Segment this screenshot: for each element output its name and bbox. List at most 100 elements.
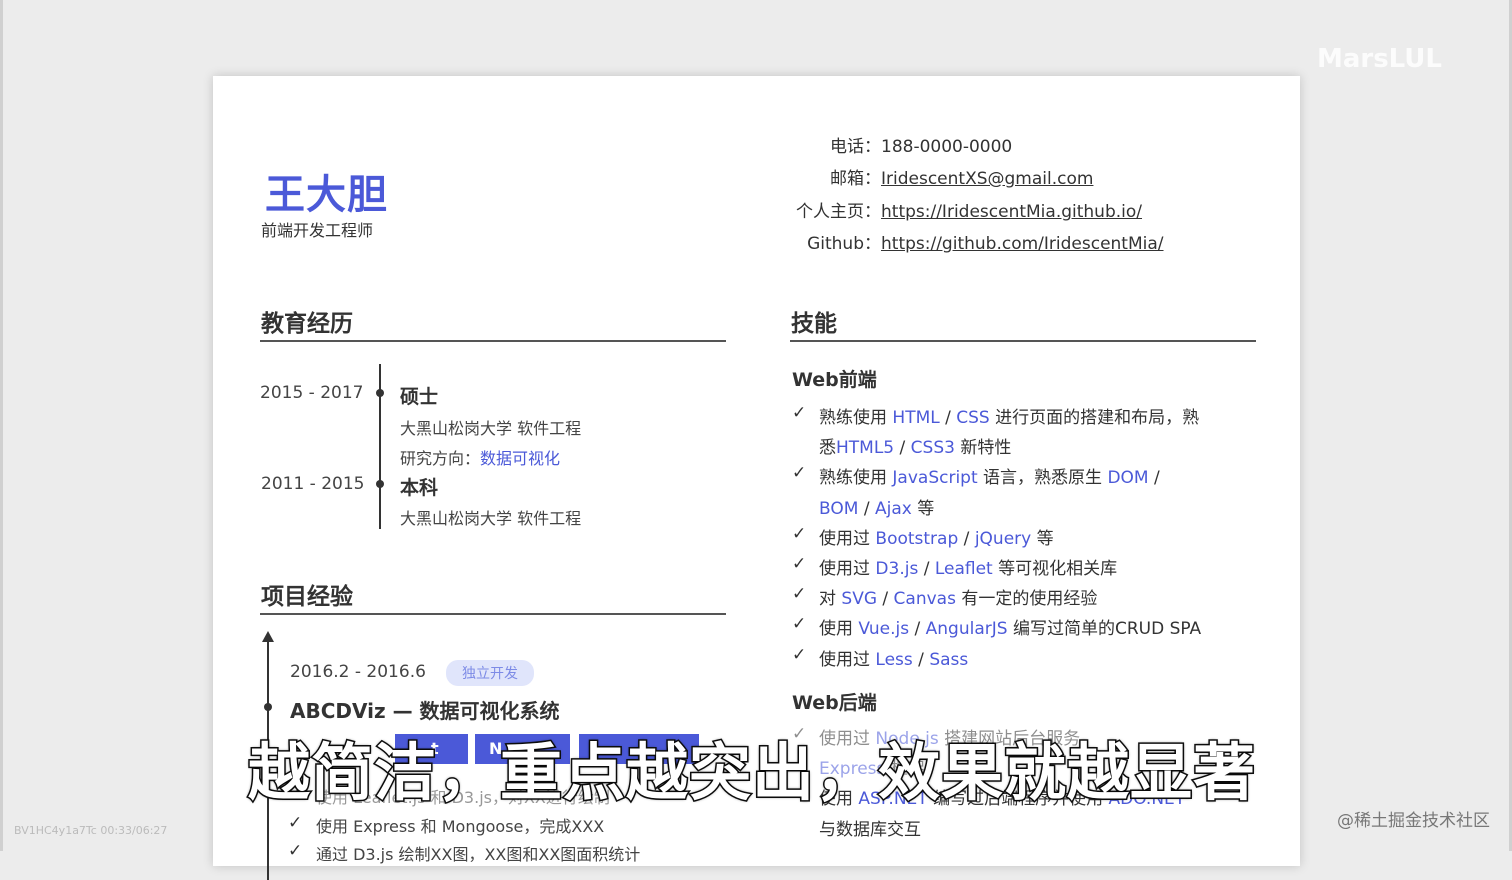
project-name: ABCDViz — 数据可视化系统 [290,699,560,723]
skill-keyword: BOM [819,498,859,519]
skill-keyword: Less [875,649,913,670]
skill-text: 熟练使用 [819,408,893,428]
skill-text: / [877,589,894,610]
research-value: 数据可视化 [480,449,561,468]
contact-github: Github：https://github.com/IridescentMia/ [791,229,1164,254]
skill-text: 等 [911,498,935,519]
skills-rule [790,340,1256,342]
resume-name: 王大胆 [265,172,388,218]
edu-years: 2011 - 2015 [261,474,365,494]
community-watermark: @稀土掘金技术社区 [1337,811,1490,831]
skill-keyword: CSS3 [910,438,955,459]
skill-text: 有一定的使用经验 [955,589,1098,610]
skill-keyword: SVG [841,589,877,610]
skill-keyword: AngularJS [925,619,1008,640]
skill-keyword: DOM [1107,468,1149,489]
skill-text: / [894,438,911,459]
skill-text: / [912,649,930,670]
edu-degree: 硕士 [400,386,439,408]
check-icon: ✓ [288,841,303,861]
skill-keyword: Sass [929,649,969,670]
skill-line: 对 SVG / Canvas 有一定的使用经验 [819,584,1097,609]
timeline-dot [376,480,384,488]
skill-keyword: jQuery [974,528,1032,549]
skill-text: 语言，熟悉原生 [977,468,1108,489]
education-title: 教育经历 [261,311,353,337]
skill-line: 使用过 Bootstrap / jQuery 等 [819,524,1054,549]
check-icon: ✓ [792,403,807,423]
skill-keyword: HTML5 [836,438,895,459]
check-icon: ✓ [792,463,807,484]
skill-text: / [909,619,926,640]
education-rule [260,340,726,342]
skill-text: 对 [819,589,842,610]
skill-line: 与数据库交互 [819,815,921,840]
skill-keyword: Leaflet [934,559,993,579]
timeline-dot [264,703,272,711]
contact-label: 个人主页： [796,202,881,222]
frontend-title: Web前端 [792,369,877,391]
skill-keyword: Canvas [893,589,956,610]
skills-title: 技能 [791,311,837,337]
skill-text: 使用过 [819,649,876,670]
projects-title: 项目经验 [261,584,353,610]
skill-text: 熟练使用 [819,468,893,489]
edu-years: 2015 - 2017 [260,383,364,403]
skill-text: 编写过简单的CRUD SPA [1007,619,1202,640]
skill-keyword: HTML [892,408,940,428]
brand-watermark: MarsLUL [1316,44,1442,74]
projects-rule [260,613,726,615]
skill-line: 使用过 Less / Sass [819,645,968,670]
skill-text: 等可视化相关库 [992,559,1118,579]
edu-school: 大黑山松岗大学 软件工程 [400,419,582,438]
research-label: 研究方向： [400,449,481,468]
timeline-dot [376,389,384,397]
skill-line: 使用过 D3.js / Leaflet 等可视化相关库 [819,554,1117,579]
video-id-watermark: BV1HC4y1a7Tc 00:33/06:27 [14,824,168,837]
skill-line: 悉HTML5 / CSS3 新特性 [819,433,1011,458]
skill-keyword: Bootstrap [875,528,959,549]
contact-label: 邮箱： [830,169,881,189]
skill-text: 与数据库交互 [819,819,921,840]
check-icon: ✓ [792,644,807,665]
resume-role: 前端开发工程师 [261,221,374,240]
check-icon: ✓ [792,614,807,635]
contact-homepage: 个人主页：https://IridescentMia.github.io/ [791,197,1142,222]
project-dates: 2016.2 - 2016.6 [290,662,426,682]
timeline-arrow-icon [262,631,274,642]
contact-value: 188-0000-0000 [881,137,1013,157]
skill-text: 进行页面的搭建和布局，熟 [989,408,1200,428]
contact-label: 电话： [830,137,881,157]
skill-keyword: JavaScript [892,468,978,489]
skill-text: / [918,559,935,579]
backend-title: Web后端 [792,692,877,714]
skill-text: / [858,498,875,519]
contact-homepage-link[interactable]: https://IridescentMia.github.io/ [881,202,1142,222]
video-subtitle: 越简洁，重点越突出，效果就越显著 [246,735,1257,811]
skill-keyword: CSS [956,408,990,428]
edu-school: 大黑山松岗大学 软件工程 [400,509,582,528]
check-icon: ✓ [792,523,807,544]
skill-line: 熟练使用 HTML / CSS 进行页面的搭建和布局，熟 [819,403,1199,428]
skill-keyword: D3.js [875,559,919,579]
skill-text: 使用过 [819,559,876,579]
edu-research: 研究方向：数据可视化 [400,445,560,469]
check-icon: ✓ [792,584,807,605]
project-tag: 独立开发 [446,660,534,686]
check-icon: ✓ [792,554,807,574]
contact-email-link[interactable]: IridescentXS@gmail.com [881,169,1093,189]
skill-text: / [939,408,957,428]
contact-email: 邮箱：IridescentXS@gmail.com [791,164,1093,189]
skill-text: 使用 [819,619,859,640]
skill-keyword: Vue.js [858,619,910,640]
skill-line: 熟练使用 JavaScript 语言，熟悉原生 DOM / [819,463,1160,488]
contact-phone: 电话：188-0000-0000 [791,132,1012,157]
contact-github-link[interactable]: https://github.com/IridescentMia/ [881,234,1164,254]
skill-text: 使用过 [819,528,876,549]
skill-text: / [958,528,975,549]
contact-label: Github： [807,234,881,254]
skill-text: 新特性 [954,438,1012,459]
project-bullet: 通过 D3.js 绘制XX图，XX图和XX图面积统计 [316,845,641,864]
skill-line: BOM / Ajax 等 [819,494,934,519]
check-icon: ✓ [288,813,303,833]
